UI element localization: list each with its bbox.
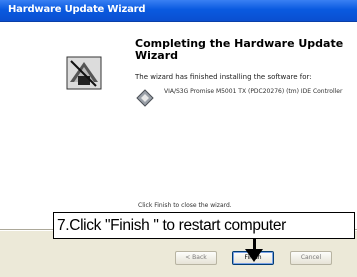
back-button[interactable]: < Back xyxy=(175,251,217,265)
status-message: The wizard has finished installing the s… xyxy=(135,73,312,81)
window-title: Hardware Update Wizard xyxy=(8,4,146,15)
callout-text: 7.Click "Finish " to restart computer xyxy=(57,217,286,234)
finish-hint: Click Finish to close the wizard. xyxy=(138,202,232,209)
device-name: VIA/S3G Promise M5001 TX (PDC20276) (tm)… xyxy=(164,88,343,95)
arrow-down-icon xyxy=(245,249,263,262)
wizard-side-panel xyxy=(0,22,120,229)
cancel-button[interactable]: Cancel xyxy=(290,251,332,265)
device-icon xyxy=(136,89,154,107)
wizard-window: Hardware Update Wizard Completing the Ha… xyxy=(0,0,357,277)
hardware-wizard-icon xyxy=(66,56,102,90)
instruction-callout: 7.Click "Finish " to restart computer xyxy=(53,212,355,239)
page-title: Completing the Hardware Update Wizard xyxy=(135,37,344,62)
wizard-content: Completing the Hardware Update Wizard Th… xyxy=(120,22,357,229)
title-bar[interactable]: Hardware Update Wizard xyxy=(0,0,357,22)
